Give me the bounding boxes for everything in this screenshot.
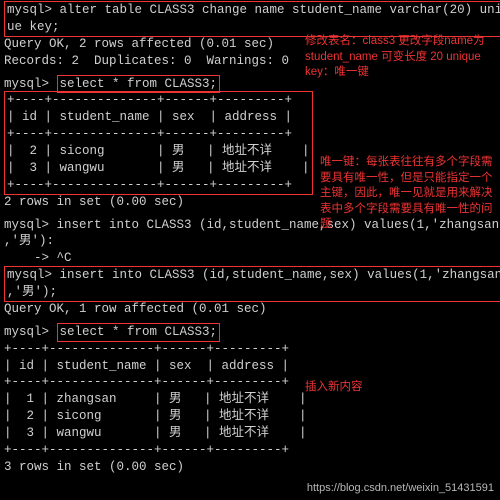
table-header: | id | student_name | sex | address | — [7, 109, 310, 126]
table-row: | 3 | wangwu | 男 | 地址不详 | — [7, 160, 310, 177]
terminal-line: ,'男'): — [4, 233, 496, 250]
highlight-alter-cmd: mysql> alter table CLASS3 change name st… — [4, 1, 500, 37]
mysql-prompt: mysql> — [4, 77, 57, 91]
table-separator: +----+--------------+------+---------+ — [7, 126, 310, 143]
table-separator: +----+--------------+------+---------+ — [7, 177, 310, 194]
terminal-line: Query OK, 1 row affected (0.01 sec) — [4, 301, 496, 318]
table-header: | id | student_name | sex | address | — [4, 358, 496, 375]
annotation-unique-key: 唯一键：每张表往往有多个字段需要具有唯一性，但是只能指定一个主键，因此，唯一见就… — [320, 155, 500, 233]
highlight-insert-cmd: mysql> insert into CLASS3 (id,student_na… — [4, 266, 500, 302]
table-separator: +----+--------------+------+---------+ — [4, 442, 496, 459]
mysql-prompt: mysql> — [4, 325, 57, 339]
table-row: | 2 | sicong | 男 | 地址不详 | — [7, 143, 310, 160]
terminal-line: -> ^C — [4, 250, 496, 267]
annotation-alter: 修改表名：class3 更改字段name为 student_name 可变长度 … — [305, 34, 495, 81]
terminal-line: mysql> alter table CLASS3 change name st… — [7, 2, 500, 19]
table-row: | 2 | sicong | 男 | 地址不详 | — [4, 408, 496, 425]
terminal-line: ,'男'); — [7, 284, 500, 301]
table-row: | 3 | wangwu | 男 | 地址不详 | — [4, 425, 496, 442]
terminal-line: 3 rows in set (0.00 sec) — [4, 459, 496, 476]
highlight-result-table: +----+--------------+------+---------+ |… — [4, 91, 313, 194]
annotation-insert: 插入新内容 — [305, 380, 425, 396]
table-separator: +----+--------------+------+---------+ — [4, 341, 496, 358]
highlight-select-cmd-2: select * from CLASS3; — [57, 323, 221, 342]
terminal-line: mysql> insert into CLASS3 (id,student_na… — [7, 267, 500, 284]
terminal-line: mysql> select * from CLASS3; — [4, 324, 496, 341]
mysql-prompt: mysql> — [7, 268, 60, 282]
watermark: https://blog.csdn.net/weixin_51431591 — [307, 481, 494, 496]
table-separator: +----+--------------+------+---------+ — [7, 92, 310, 109]
